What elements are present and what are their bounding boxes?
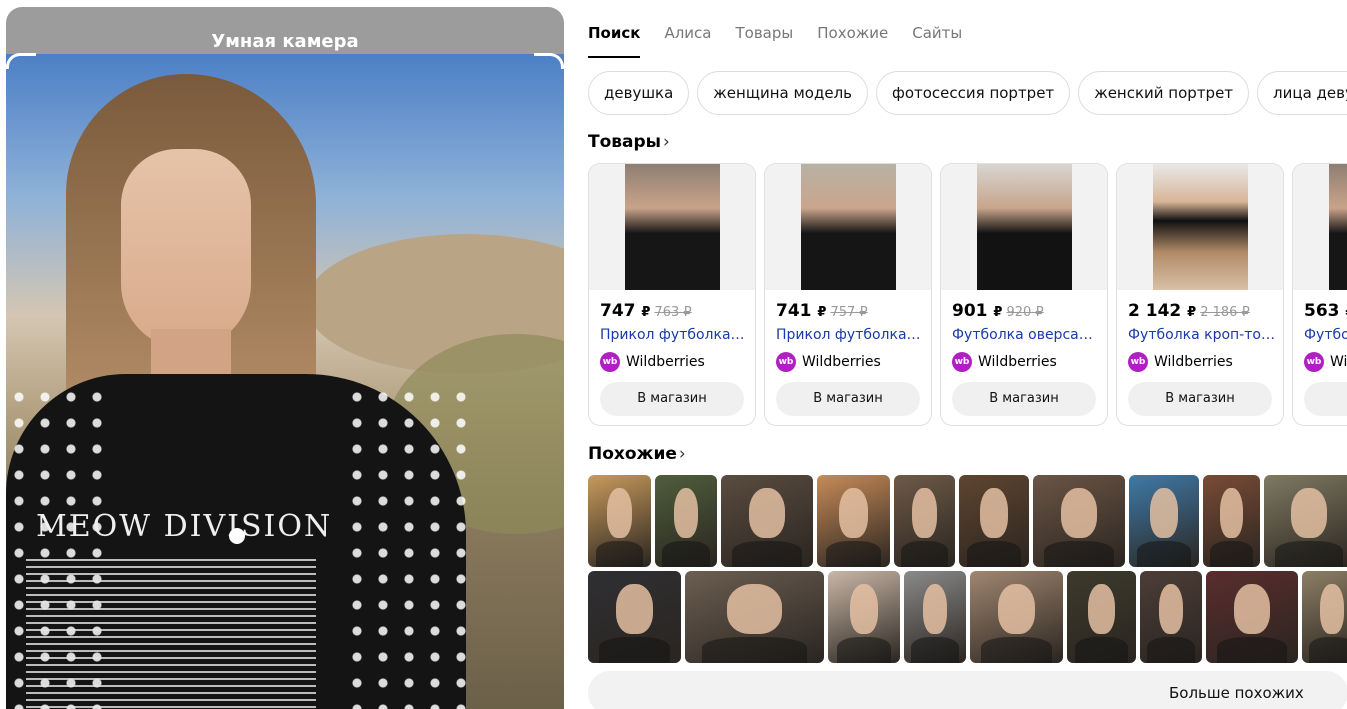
more-similar-button[interactable]: Больше похожих xyxy=(588,671,1347,709)
similar-row-2 xyxy=(588,571,1347,663)
similar-image[interactable] xyxy=(1033,475,1125,567)
product-image[interactable] xyxy=(941,164,1107,290)
to-store-button[interactable]: В xyxy=(1304,382,1347,416)
similar-image[interactable] xyxy=(1302,571,1347,663)
product-shop: wb Wildberries xyxy=(952,352,1057,372)
similar-image[interactable] xyxy=(828,571,900,663)
product-price: 563 ₽ xyxy=(1304,301,1347,321)
product-card[interactable]: 901 ₽920 ₽ Футболка оверсайз ... wb Wildber… xyxy=(940,163,1108,426)
product-card[interactable]: 2 142 ₽2 186 ₽ Футболка кроп-топ ... wb Wil… xyxy=(1116,163,1284,426)
similar-image[interactable] xyxy=(959,475,1029,567)
product-card[interactable]: 747 ₽763 ₽ Прикол футболка с ... wb Wildber… xyxy=(588,163,756,426)
similar-image[interactable] xyxy=(1067,571,1136,663)
old-price: 920 ₽ xyxy=(1006,305,1044,320)
old-price: 763 ₽ xyxy=(654,305,692,320)
product-price: 901 ₽920 ₽ xyxy=(952,301,1044,321)
product-image[interactable] xyxy=(1117,164,1283,290)
product-card[interactable]: 741 ₽757 ₽ Прикол футболка с ... wb Wildber… xyxy=(764,163,932,426)
smart-camera-panel: Умная камера MEOW DIVISION xyxy=(6,7,564,709)
product-card[interactable]: 563 ₽ Футбо wbWi В xyxy=(1292,163,1347,426)
product-image[interactable] xyxy=(589,164,755,290)
similar-image[interactable] xyxy=(1203,475,1260,567)
product-image[interactable] xyxy=(1293,164,1347,290)
similar-image[interactable] xyxy=(1140,571,1202,663)
photo-face xyxy=(121,149,251,349)
camera-title: Умная камера xyxy=(211,31,359,52)
similar-image[interactable] xyxy=(655,475,717,567)
query-chips: девушка женщина модель фотосессия портрет ж… xyxy=(588,71,1347,115)
similar-image[interactable] xyxy=(1206,571,1298,663)
chevron-right-icon: › xyxy=(663,132,670,152)
product-name-link[interactable]: Прикол футболка с ... xyxy=(776,327,924,343)
query-photo[interactable]: MEOW DIVISION xyxy=(6,54,564,709)
focus-point[interactable] xyxy=(229,528,245,544)
product-name-link[interactable]: Футбо xyxy=(1304,327,1347,343)
wildberries-logo-icon: wb xyxy=(1304,352,1324,372)
to-store-button[interactable]: В магазин xyxy=(952,382,1096,416)
wildberries-logo-icon: wb xyxy=(1128,352,1148,372)
query-chip[interactable]: фотосессия портрет xyxy=(876,71,1071,115)
product-image[interactable] xyxy=(765,164,931,290)
app-root: Умная камера MEOW DIVISION Поиск Алиса Тов… xyxy=(0,0,1347,709)
similar-image[interactable] xyxy=(970,571,1063,663)
similar-section-title[interactable]: Похожие › xyxy=(588,444,686,464)
old-price: 757 ₽ xyxy=(830,305,868,320)
product-name-link[interactable]: Футболка оверсайз ... xyxy=(952,327,1100,343)
product-price: 747 ₽763 ₽ xyxy=(600,301,692,321)
similar-image[interactable] xyxy=(588,571,681,663)
tab-0[interactable]: Поиск xyxy=(588,0,641,58)
query-chip[interactable]: женский портрет xyxy=(1078,71,1250,115)
shirt-print-text: MEOW DIVISION xyxy=(36,509,333,544)
products-carousel: 747 ₽763 ₽ Прикол футболка с ... wb Wildber… xyxy=(588,163,1347,426)
similar-image[interactable] xyxy=(721,475,813,567)
wildberries-logo-icon: wb xyxy=(600,352,620,372)
products-section-title[interactable]: Товары › xyxy=(588,132,670,152)
similar-image[interactable] xyxy=(685,571,824,663)
query-chip[interactable]: девушка xyxy=(588,71,690,115)
chevron-right-icon: › xyxy=(678,444,686,464)
to-store-button[interactable]: В магазин xyxy=(1128,382,1272,416)
product-price: 2 142 ₽2 186 ₽ xyxy=(1128,301,1250,321)
old-price: 2 186 ₽ xyxy=(1200,305,1250,320)
tab-2[interactable]: Товары xyxy=(736,0,794,60)
similar-image[interactable] xyxy=(817,475,890,567)
product-shop: wb Wildberries xyxy=(776,352,881,372)
wildberries-logo-icon: wb xyxy=(952,352,972,372)
similar-image[interactable] xyxy=(588,475,651,567)
search-tabs: Поиск Алиса Товары Похожие Сайты xyxy=(588,0,962,60)
query-chip[interactable]: женщина модель xyxy=(697,71,869,115)
product-name-link[interactable]: Прикол футболка с ... xyxy=(600,327,748,343)
crop-corner-top-left[interactable] xyxy=(6,53,36,69)
similar-image[interactable] xyxy=(904,571,966,663)
query-chip[interactable]: лица девушек xyxy=(1257,71,1347,115)
similar-image[interactable] xyxy=(1129,475,1199,567)
tab-4[interactable]: Сайты xyxy=(912,0,962,60)
product-shop: wb Wi xyxy=(1304,352,1347,372)
to-store-button[interactable]: В магазин xyxy=(776,382,920,416)
product-shop: wb Wildberries xyxy=(600,352,705,372)
product-shop: wb Wildberries xyxy=(1128,352,1233,372)
to-store-button[interactable]: В магазин xyxy=(600,382,744,416)
wildberries-logo-icon: wb xyxy=(776,352,796,372)
similar-image[interactable] xyxy=(1264,475,1347,567)
product-price: 741 ₽757 ₽ xyxy=(776,301,868,321)
tab-1[interactable]: Алиса xyxy=(664,0,711,60)
tab-3[interactable]: Похожие xyxy=(817,0,888,60)
similar-image[interactable] xyxy=(894,475,955,567)
product-name-link[interactable]: Футболка кроп-топ ... xyxy=(1128,327,1276,343)
similar-row-1 xyxy=(588,475,1347,567)
